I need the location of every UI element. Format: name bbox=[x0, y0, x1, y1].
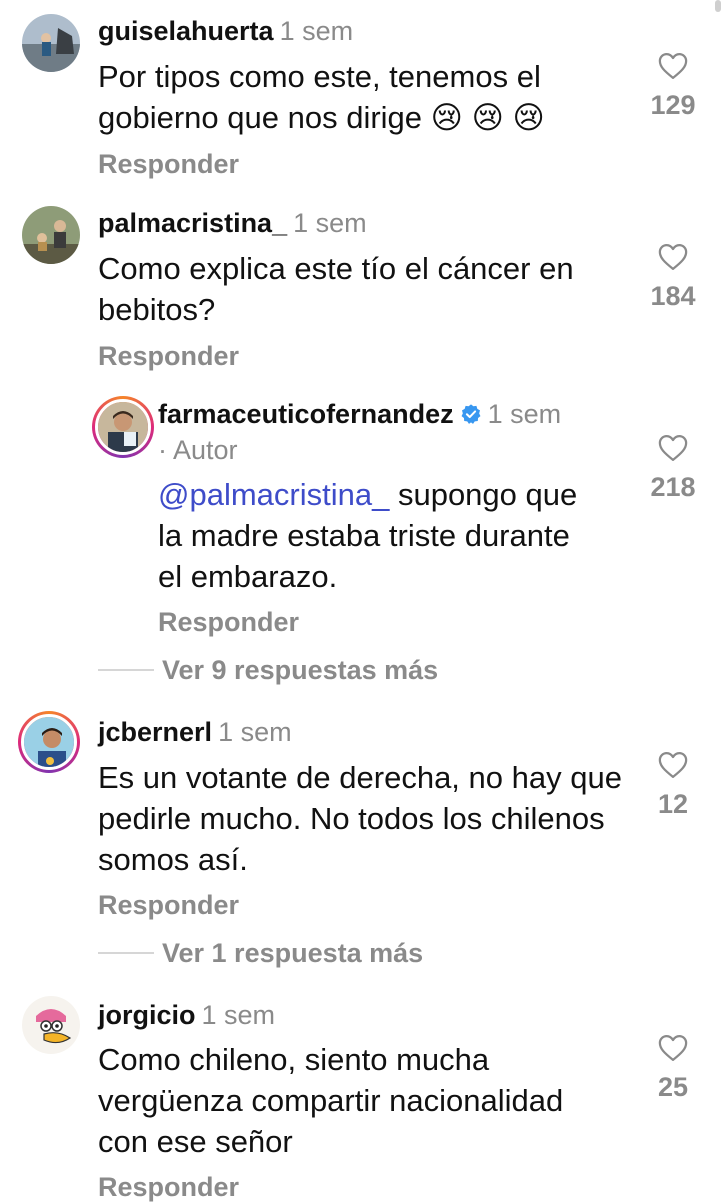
comment-time: 1 sem bbox=[279, 16, 354, 46]
comment-text: Por tipos como este, tenemos el gobierno… bbox=[98, 56, 618, 138]
comment-time: 1 sem bbox=[218, 717, 292, 747]
like-count: 218 bbox=[650, 472, 696, 502]
comment-text: Es un votante de derecha, no hay que ped… bbox=[98, 760, 622, 877]
comment-text: Como explica este tío el cáncer en bebit… bbox=[98, 251, 574, 327]
like-button[interactable]: 184 bbox=[641, 243, 705, 311]
reply-button[interactable]: Responder bbox=[98, 889, 239, 921]
reply-button[interactable]: Responder bbox=[98, 148, 239, 180]
avatar[interactable] bbox=[22, 996, 80, 1054]
like-count: 184 bbox=[650, 281, 696, 311]
comment-time: 1 sem bbox=[487, 399, 562, 429]
reply-button[interactable]: Responder bbox=[98, 1171, 239, 1203]
like-count: 129 bbox=[650, 90, 696, 120]
verified-badge-icon bbox=[461, 404, 481, 424]
comment-username[interactable]: palmacristina_ bbox=[98, 208, 287, 238]
comment-text: @palmacristina_ supongo que la madre est… bbox=[158, 474, 578, 597]
like-count: 12 bbox=[657, 789, 689, 819]
comment-text: Como chileno, siento mucha vergüenza com… bbox=[98, 1042, 564, 1159]
avatar[interactable] bbox=[22, 206, 80, 264]
view-more-replies[interactable]: Ver 9 respuestas más bbox=[98, 654, 438, 686]
avatar[interactable] bbox=[92, 396, 154, 458]
heart-outline-icon[interactable] bbox=[658, 751, 688, 779]
mention-link[interactable]: @palmacristina_ bbox=[158, 477, 389, 512]
reply-button[interactable]: Responder bbox=[98, 340, 239, 372]
heart-outline-icon[interactable] bbox=[658, 434, 688, 462]
like-count: 25 bbox=[657, 1072, 689, 1102]
comment-username[interactable]: farmaceuticofernandez bbox=[158, 399, 454, 429]
like-button[interactable]: 12 bbox=[641, 751, 705, 819]
divider-line bbox=[98, 668, 154, 671]
comment-username[interactable]: jorgicio bbox=[98, 1000, 196, 1030]
comment-time: 1 sem bbox=[293, 208, 367, 238]
comment-username[interactable]: guiselahuerta bbox=[98, 16, 274, 46]
view-more-replies[interactable]: Ver 1 respuesta más bbox=[98, 937, 423, 969]
comment-time: 1 sem bbox=[201, 1000, 276, 1030]
view-more-label[interactable]: Ver 1 respuesta más bbox=[162, 938, 423, 968]
crying-emoji-icon: 😢 😢 😢 bbox=[430, 100, 545, 135]
like-button[interactable]: 218 bbox=[641, 434, 705, 502]
view-more-label[interactable]: Ver 9 respuestas más bbox=[162, 655, 438, 685]
like-button[interactable]: 25 bbox=[641, 1034, 705, 1102]
heart-outline-icon[interactable] bbox=[658, 52, 688, 80]
heart-outline-icon[interactable] bbox=[658, 1034, 688, 1062]
divider-line bbox=[98, 951, 154, 954]
avatar[interactable] bbox=[18, 711, 80, 773]
reply-button[interactable]: Responder bbox=[158, 606, 299, 638]
heart-outline-icon[interactable] bbox=[658, 243, 688, 271]
like-button[interactable]: 129 bbox=[641, 52, 705, 120]
avatar[interactable] bbox=[22, 14, 80, 72]
scroll-edge bbox=[715, 0, 721, 12]
author-tag: · Autor bbox=[158, 435, 238, 465]
comment-username[interactable]: jcbernerl bbox=[98, 717, 212, 747]
